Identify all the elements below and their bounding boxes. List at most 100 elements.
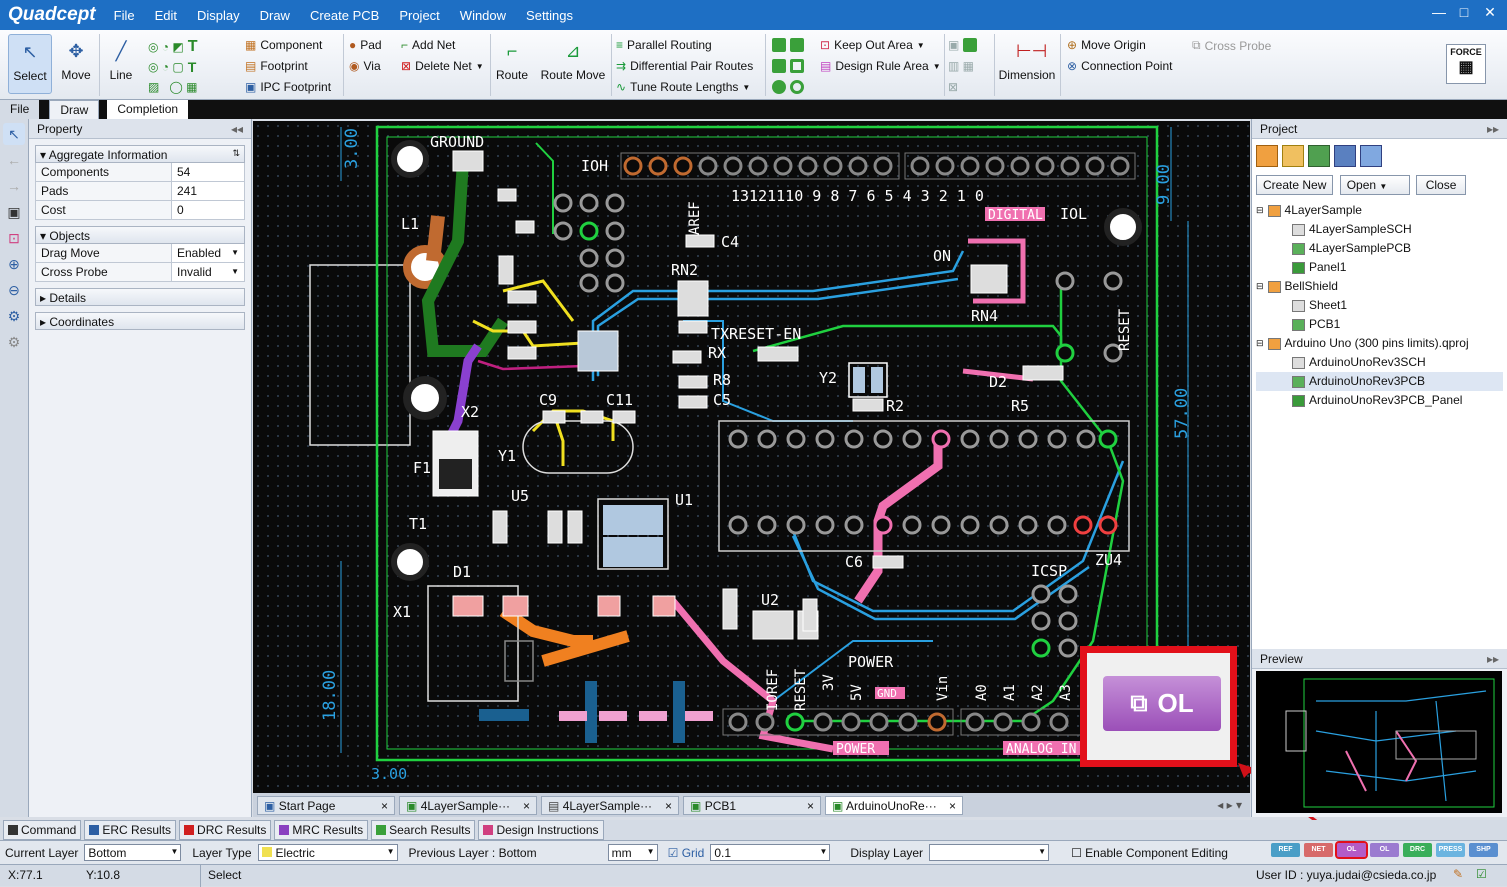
zoom-in-icon[interactable]: ⊕ xyxy=(3,253,25,275)
select-tool-icon[interactable]: ↖ xyxy=(3,123,25,145)
group-tools-icon[interactable]: ⊠ xyxy=(948,80,958,94)
tab-mrc-results[interactable]: MRC Results xyxy=(274,820,369,840)
grid-view-icon[interactable] xyxy=(1360,145,1382,167)
pad-button[interactable]: ● Pad xyxy=(349,38,382,52)
design-rule-button[interactable]: ▤ Design Rule Area ▼ xyxy=(820,59,941,73)
ol2-mode-button[interactable]: OL xyxy=(1370,843,1399,857)
close-icon[interactable]: × xyxy=(523,799,530,813)
tree-item[interactable]: ⊟ BellShield xyxy=(1256,277,1503,296)
preview-thumbnail[interactable] xyxy=(1256,671,1502,813)
footprint-button[interactable]: ▤ Footprint xyxy=(245,59,308,73)
menu-draw[interactable]: Draw xyxy=(250,8,300,23)
ref-mode-button[interactable]: REF xyxy=(1271,843,1300,857)
parallel-routing-button[interactable]: ≡ Parallel Routing xyxy=(616,38,712,52)
ol-mode-button[interactable]: OL xyxy=(1335,841,1368,859)
shape-tools-icon[interactable]: ▨ ◯ ▦ xyxy=(148,80,197,94)
ipc-footprint-button[interactable]: ▣ IPC Footprint xyxy=(245,80,331,94)
folder-icon[interactable] xyxy=(1282,145,1304,167)
unit-select[interactable]: mm xyxy=(607,844,658,861)
enable-component-editing-checkbox[interactable]: ☐ Enable Component Editing xyxy=(1071,846,1228,860)
net-mode-button[interactable]: NET xyxy=(1304,843,1333,857)
tab-erc-results[interactable]: ERC Results xyxy=(84,820,177,840)
back-icon[interactable]: ← xyxy=(3,149,25,171)
select-button[interactable]: ↖ Select xyxy=(8,34,52,94)
doc-tab-4layer-pcb[interactable]: ▣ 4LayerSample··· × xyxy=(399,795,537,815)
force-button[interactable]: FORCE ▦ xyxy=(1446,44,1486,84)
edit-icon[interactable]: ✎ xyxy=(1453,867,1463,881)
tree-item[interactable]: ⊟ 4LayerSample xyxy=(1256,201,1503,220)
distribute-tools-icon[interactable]: ▥ ▦ xyxy=(948,59,974,73)
via-button[interactable]: ◉ Via xyxy=(349,59,381,73)
tab-scroll-icon[interactable]: ◂ ▸ ▾ xyxy=(1217,798,1250,812)
menu-create-pcb[interactable]: Create PCB xyxy=(300,8,389,23)
open-button[interactable]: Open ▼ xyxy=(1339,175,1410,195)
maximize-icon[interactable]: □ xyxy=(1452,4,1476,24)
route-button[interactable]: ⌐ Route xyxy=(493,34,531,94)
minimize-icon[interactable]: — xyxy=(1427,4,1451,24)
route-move-button[interactable]: ⊿ Route Move xyxy=(538,34,608,94)
gear-icon[interactable]: ⚙ xyxy=(3,331,25,353)
drag-move-select[interactable]: Enabled xyxy=(172,244,226,262)
collapse-icon[interactable]: ⊟ xyxy=(1256,277,1264,296)
close-icon[interactable]: × xyxy=(807,799,814,813)
menu-project[interactable]: Project xyxy=(389,8,449,23)
align-tools-icon[interactable]: ▣ xyxy=(948,38,978,52)
tab-draw[interactable]: Draw xyxy=(49,100,100,119)
current-layer-select[interactable]: Bottom xyxy=(84,844,182,861)
doc-tab-pcb1[interactable]: ▣ PCB1 × xyxy=(683,795,821,815)
drc-mode-button[interactable]: DRC xyxy=(1403,843,1432,857)
settings-gear-icon[interactable]: ⚙ xyxy=(3,305,25,327)
grid-select[interactable]: 0.1 xyxy=(710,844,831,861)
collapse-icon[interactable]: ⊟ xyxy=(1256,201,1264,220)
press-mode-button[interactable]: PRESS xyxy=(1436,843,1465,857)
tree-item[interactable]: ArduinoUnoRev3SCH xyxy=(1256,353,1503,372)
zoom-out-icon[interactable]: ⊖ xyxy=(3,279,25,301)
aggregate-section[interactable]: ▾ Aggregate Information ⇅ xyxy=(35,145,245,163)
collapse-icon[interactable]: ◂◂ xyxy=(231,122,243,136)
cross-probe-button[interactable]: ⧉ Cross Probe xyxy=(1192,38,1271,53)
doc-tab-start-page[interactable]: ▣ Start Page × xyxy=(257,795,395,815)
doc-tab-arduino-pcb[interactable]: ▣ ArduinoUnoRe··· × xyxy=(825,795,963,815)
thermal-tools-icon[interactable] xyxy=(772,80,804,94)
database-icon[interactable] xyxy=(1334,145,1356,167)
tab-completion[interactable]: Completion xyxy=(107,100,189,119)
tab-command[interactable]: Command xyxy=(3,820,82,840)
close-icon[interactable]: × xyxy=(665,799,672,813)
check-icon[interactable]: ☑ xyxy=(1476,867,1487,881)
grid-checkbox[interactable]: ☑ Grid xyxy=(668,846,705,860)
layers-icon[interactable] xyxy=(1308,145,1330,167)
project-icon[interactable] xyxy=(1256,145,1278,167)
close-icon[interactable]: ✕ xyxy=(1478,4,1502,24)
display-layer-select[interactable] xyxy=(929,844,1050,861)
cross-probe-select[interactable]: Invalid xyxy=(172,263,226,281)
move-button[interactable]: ✥ Move xyxy=(56,34,96,94)
menu-window[interactable]: Window xyxy=(450,8,516,23)
fill-tools-icon[interactable] xyxy=(772,38,804,52)
circle-tools-icon[interactable]: ◎ ◔ ▢ T xyxy=(148,59,196,75)
zoom-fit-icon[interactable]: ⊡ xyxy=(3,227,25,249)
tree-item[interactable]: PCB1 xyxy=(1256,315,1503,334)
expand-icon[interactable]: ▸▸ xyxy=(1487,652,1499,666)
plane-tools-icon[interactable] xyxy=(772,59,804,73)
diff-pair-button[interactable]: ⇉ Differential Pair Routes xyxy=(616,59,753,73)
coordinates-section[interactable]: ▸ Coordinates xyxy=(35,312,245,330)
tab-drc-results[interactable]: DRC Results xyxy=(179,820,272,840)
sort-icon[interactable]: ⇅ xyxy=(232,148,240,159)
component-button[interactable]: ▦ Component xyxy=(245,38,322,52)
forward-icon[interactable]: → xyxy=(3,175,25,197)
delete-net-button[interactable]: ⊠ Delete Net ▼ xyxy=(401,59,484,73)
menu-display[interactable]: Display xyxy=(187,8,250,23)
menu-file[interactable]: File xyxy=(104,8,145,23)
tab-design-instructions[interactable]: Design Instructions xyxy=(478,820,604,840)
keep-out-button[interactable]: ⊡ Keep Out Area ▼ xyxy=(820,38,925,52)
chevron-down-icon[interactable]: ▼ xyxy=(226,263,244,281)
tree-item[interactable]: ⊟ Arduino Uno (300 pins limits).qproj xyxy=(1256,334,1503,353)
line-button[interactable]: ╱ Line xyxy=(102,34,140,94)
tab-search-results[interactable]: Search Results xyxy=(371,820,476,840)
move-origin-button[interactable]: ⊕ Move Origin xyxy=(1067,38,1146,52)
close-icon[interactable]: × xyxy=(381,799,388,813)
tree-item[interactable]: 4LayerSampleSCH xyxy=(1256,220,1503,239)
tree-item[interactable]: 4LayerSamplePCB xyxy=(1256,239,1503,258)
create-new-button[interactable]: Create New xyxy=(1256,175,1334,195)
close-button[interactable]: Close xyxy=(1416,175,1467,195)
